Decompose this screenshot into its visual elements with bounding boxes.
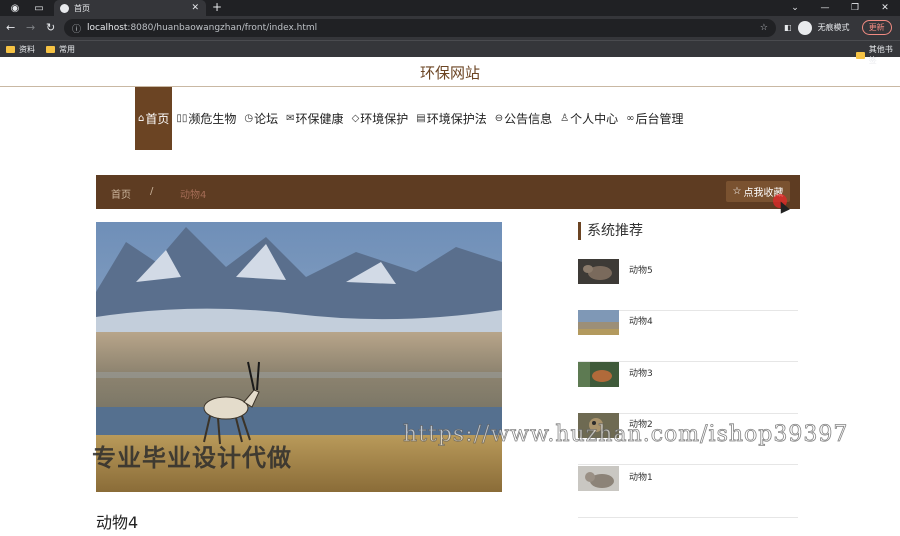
bookmarks-bar: 资料 常用 其他书签 (0, 40, 900, 65)
nav-item-protection[interactable]: ◇ 环境保护 (348, 87, 413, 150)
watermark-text: 专业毕业设计代做 (92, 444, 292, 472)
folder-icon (46, 46, 55, 53)
main-nav: ⌂ 首页 ▯▯ 濒危生物 ◷ 论坛 ✉ 环保健康 ◇ 环境保护 ▤ 环境保护法 … (135, 87, 688, 150)
nav-label: 环境保护法 (426, 112, 487, 126)
close-window-icon[interactable]: ✕ (870, 0, 900, 16)
animal-thumbnail (578, 310, 619, 335)
reload-icon[interactable]: ↻ (46, 21, 55, 34)
nav-item-notice[interactable]: ⊖ 公告信息 (491, 87, 556, 150)
nav-label: 环保健康 (295, 112, 344, 126)
update-button[interactable]: 更新 (861, 20, 892, 35)
browser-tab-strip: ◉ ▭ 首页 ✕ + ⌄ — ❐ ✕ (0, 0, 900, 16)
info-icon[interactable]: ⓘ (72, 22, 81, 35)
new-tab-button[interactable]: + (212, 0, 222, 16)
bookmark-folder[interactable]: 资料 (6, 44, 35, 55)
close-tab-icon[interactable]: ✕ (191, 3, 199, 13)
recommend-name[interactable]: 动物1 (629, 470, 653, 483)
recommend-heading: 系统推荐 (578, 222, 643, 240)
chevron-down-icon[interactable]: ⌄ (780, 0, 810, 16)
sidebar-icon[interactable]: ◧ (784, 23, 792, 32)
clock-icon: ◷ (244, 113, 254, 124)
newspaper-icon: ▤ (416, 113, 426, 124)
globe-icon (60, 3, 69, 13)
forward-icon[interactable]: → (26, 21, 35, 34)
nav-label: 环境保护 (360, 112, 409, 126)
recommend-item[interactable]: 动物3 (578, 362, 798, 414)
star-icon: ☆ (732, 186, 742, 197)
tab-home[interactable]: 首页 ✕ (54, 0, 206, 16)
recommend-item[interactable]: 动物5 (578, 259, 798, 311)
breadcrumb: 首页 / 动物4 ☆ 点我收藏 (96, 175, 800, 209)
chrome-menu-icon[interactable]: ◉ (4, 1, 26, 15)
bookmark-folder[interactable]: 常用 (46, 44, 75, 55)
mail-icon: ✉ (286, 113, 295, 124)
url-input[interactable]: ⓘ localhost :8080/huanbaowangzhan/front/… (64, 19, 776, 37)
bell-icon: ⊖ (494, 113, 504, 124)
detail-title: 动物4 (96, 513, 139, 532)
window-controls: ⌄ — ❐ ✕ (780, 0, 900, 16)
bookmark-label: 常用 (59, 45, 75, 54)
recommend-thumbnail (578, 466, 619, 491)
tag-icon: ◇ (351, 113, 360, 124)
animal-thumbnail (578, 362, 619, 387)
watermark-url: https://www.huzhan.com/ishop39397 (403, 422, 849, 448)
nav-item-home[interactable]: ⌂ 首页 (135, 87, 173, 150)
nav-item-admin[interactable]: ∞ 后台管理 (622, 87, 687, 150)
address-bar-row: ← → ↻ ⓘ localhost :8080/huanbaowangzhan/… (0, 16, 900, 40)
recommend-item[interactable]: 动物4 (578, 310, 798, 362)
breadcrumb-current: 动物4 (180, 190, 207, 201)
back-icon[interactable]: ← (6, 21, 15, 34)
animal-thumbnail (578, 466, 619, 491)
animal-thumbnail (578, 259, 619, 284)
recommend-name[interactable]: 动物3 (629, 366, 653, 379)
nav-label: 后台管理 (635, 112, 684, 126)
link-icon: ∞ (626, 113, 635, 124)
nav-item-forum[interactable]: ◷ 论坛 (240, 87, 282, 150)
recommend-name[interactable]: 动物4 (629, 314, 653, 327)
minimize-icon[interactable]: — (810, 0, 840, 16)
site-title: 环保网站 (0, 57, 900, 87)
bookmark-star-icon[interactable]: ☆ (760, 23, 768, 33)
incognito-icon[interactable] (797, 20, 812, 35)
recommend-name[interactable]: 动物5 (629, 263, 653, 276)
nav-label: 首页 (145, 112, 170, 126)
tab-title: 首页 (74, 3, 90, 13)
browser-right-tools: ◧ 无痕模式 更新 (784, 20, 892, 35)
url-host: localhost (87, 23, 128, 33)
tab-search-icon[interactable]: ▭ (28, 1, 50, 15)
breadcrumb-separator: / (150, 186, 154, 197)
nav-label: 濒危生物 (188, 112, 237, 126)
folder-icon (6, 46, 15, 53)
book-icon: ▯▯ (176, 113, 188, 124)
nav-item-endangered[interactable]: ▯▯ 濒危生物 (172, 87, 240, 150)
nav-label: 公告信息 (504, 112, 553, 126)
nav-item-health[interactable]: ✉ 环保健康 (282, 87, 347, 150)
profile-label[interactable]: 无痕模式 (818, 22, 850, 33)
restore-icon[interactable]: ❐ (840, 0, 870, 16)
home-icon: ⌂ (138, 113, 145, 124)
recommend-thumbnail (578, 362, 619, 387)
nav-label: 论坛 (254, 112, 279, 126)
bookmark-label: 资料 (19, 45, 35, 54)
breadcrumb-home[interactable]: 首页 (111, 186, 131, 201)
user-icon: ♙ (560, 113, 570, 124)
nav-label: 个人中心 (570, 112, 619, 126)
url-path: :8080/huanbaowangzhan/front/index.html (127, 23, 318, 33)
recommend-thumbnail (578, 310, 619, 335)
recommend-item[interactable]: 动物1 (578, 466, 798, 518)
nav-item-profile[interactable]: ♙ 个人中心 (556, 87, 622, 150)
recommend-thumbnail (578, 259, 619, 284)
nav-item-law[interactable]: ▤ 环境保护法 (412, 87, 490, 150)
